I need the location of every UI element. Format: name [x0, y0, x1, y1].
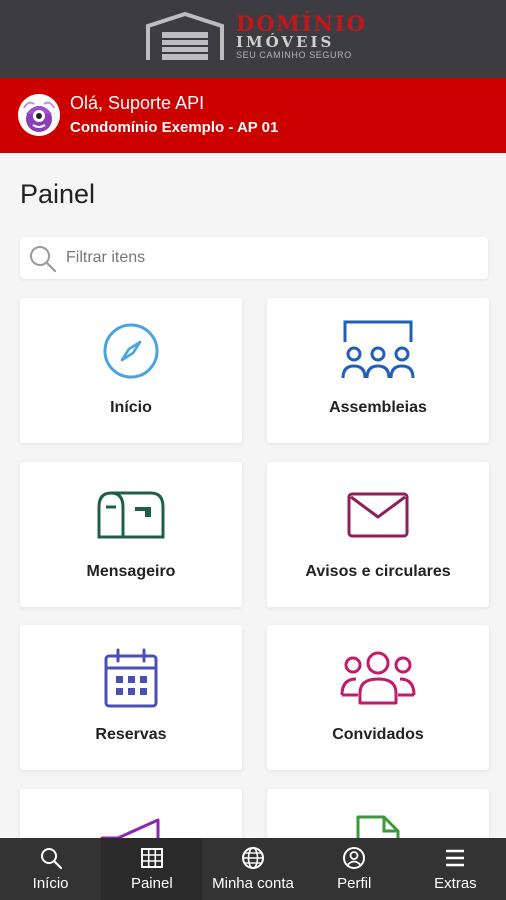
page-title: Painel	[20, 179, 96, 209]
card-reservas[interactable]: Reservas	[20, 625, 242, 770]
nav-painel[interactable]: Painel	[101, 838, 203, 900]
card-convidados[interactable]: Convidados	[267, 625, 489, 770]
logo-tagline: SEU CAMINHO SEGURO	[236, 50, 352, 60]
avatar[interactable]	[18, 94, 60, 136]
document-icon	[356, 815, 400, 838]
user-circle-icon	[343, 847, 366, 869]
card-label: Assembleias	[329, 399, 427, 416]
search-icon	[40, 848, 62, 870]
logo-subtitle: IMÓVEIS	[236, 33, 335, 51]
assembly-icon	[341, 320, 415, 379]
megaphone-icon	[100, 818, 160, 838]
search-input[interactable]	[66, 237, 476, 279]
app-header: DOMÍNIO IMÓVEIS SEU CAMINHO SEGURO	[0, 0, 506, 78]
brand-logo: DOMÍNIO IMÓVEIS SEU CAMINHO SEGURO	[140, 10, 380, 68]
logo-name: DOMÍNIO	[236, 11, 367, 36]
condo-name[interactable]: Condomínio Exemplo - AP 01	[70, 119, 278, 136]
card-avisos[interactable]: Avisos e circulares	[267, 462, 489, 607]
house-logo-icon	[146, 12, 224, 60]
card-mensageiro[interactable]: Mensageiro	[20, 462, 242, 607]
card-label: Convidados	[332, 726, 424, 743]
card-documentos[interactable]	[267, 789, 489, 838]
nav-minha-conta[interactable]: Minha conta	[202, 838, 303, 900]
card-label: Início	[110, 399, 152, 416]
calendar-icon	[104, 648, 158, 708]
monster-avatar-icon	[18, 94, 60, 136]
envelope-icon	[347, 492, 409, 538]
card-label: Reservas	[95, 726, 167, 743]
card-label: Avisos e circulares	[305, 563, 451, 580]
nav-label: Início	[32, 875, 69, 892]
nav-label: Minha conta	[212, 875, 294, 892]
search-box[interactable]	[20, 237, 488, 279]
bottom-nav: Início Painel Minha conta Perfil Extras	[0, 838, 506, 900]
globe-icon	[242, 847, 264, 869]
grid-icon	[140, 848, 163, 868]
card-label: Mensageiro	[86, 563, 176, 580]
main-content: Painel Início	[0, 153, 506, 838]
user-greeting: Olá, Suporte API	[70, 93, 205, 113]
search-icon	[30, 246, 57, 273]
nav-inicio[interactable]: Início	[0, 838, 101, 900]
nav-perfil[interactable]: Perfil	[304, 838, 405, 900]
card-inicio[interactable]: Início	[20, 298, 242, 443]
nav-label: Extras	[434, 875, 477, 892]
guests-icon	[340, 651, 416, 705]
user-bar: Olá, Suporte API Condomínio Exemplo - AP…	[0, 78, 506, 153]
card-comunicados[interactable]	[20, 789, 242, 838]
compass-icon	[103, 323, 159, 379]
nav-label: Perfil	[337, 875, 372, 892]
card-assembleias[interactable]: Assembleias	[267, 298, 489, 443]
nav-label: Painel	[130, 875, 173, 892]
menu-icon	[446, 849, 465, 867]
nav-extras[interactable]: Extras	[405, 838, 506, 900]
mailbox-icon	[97, 491, 165, 539]
